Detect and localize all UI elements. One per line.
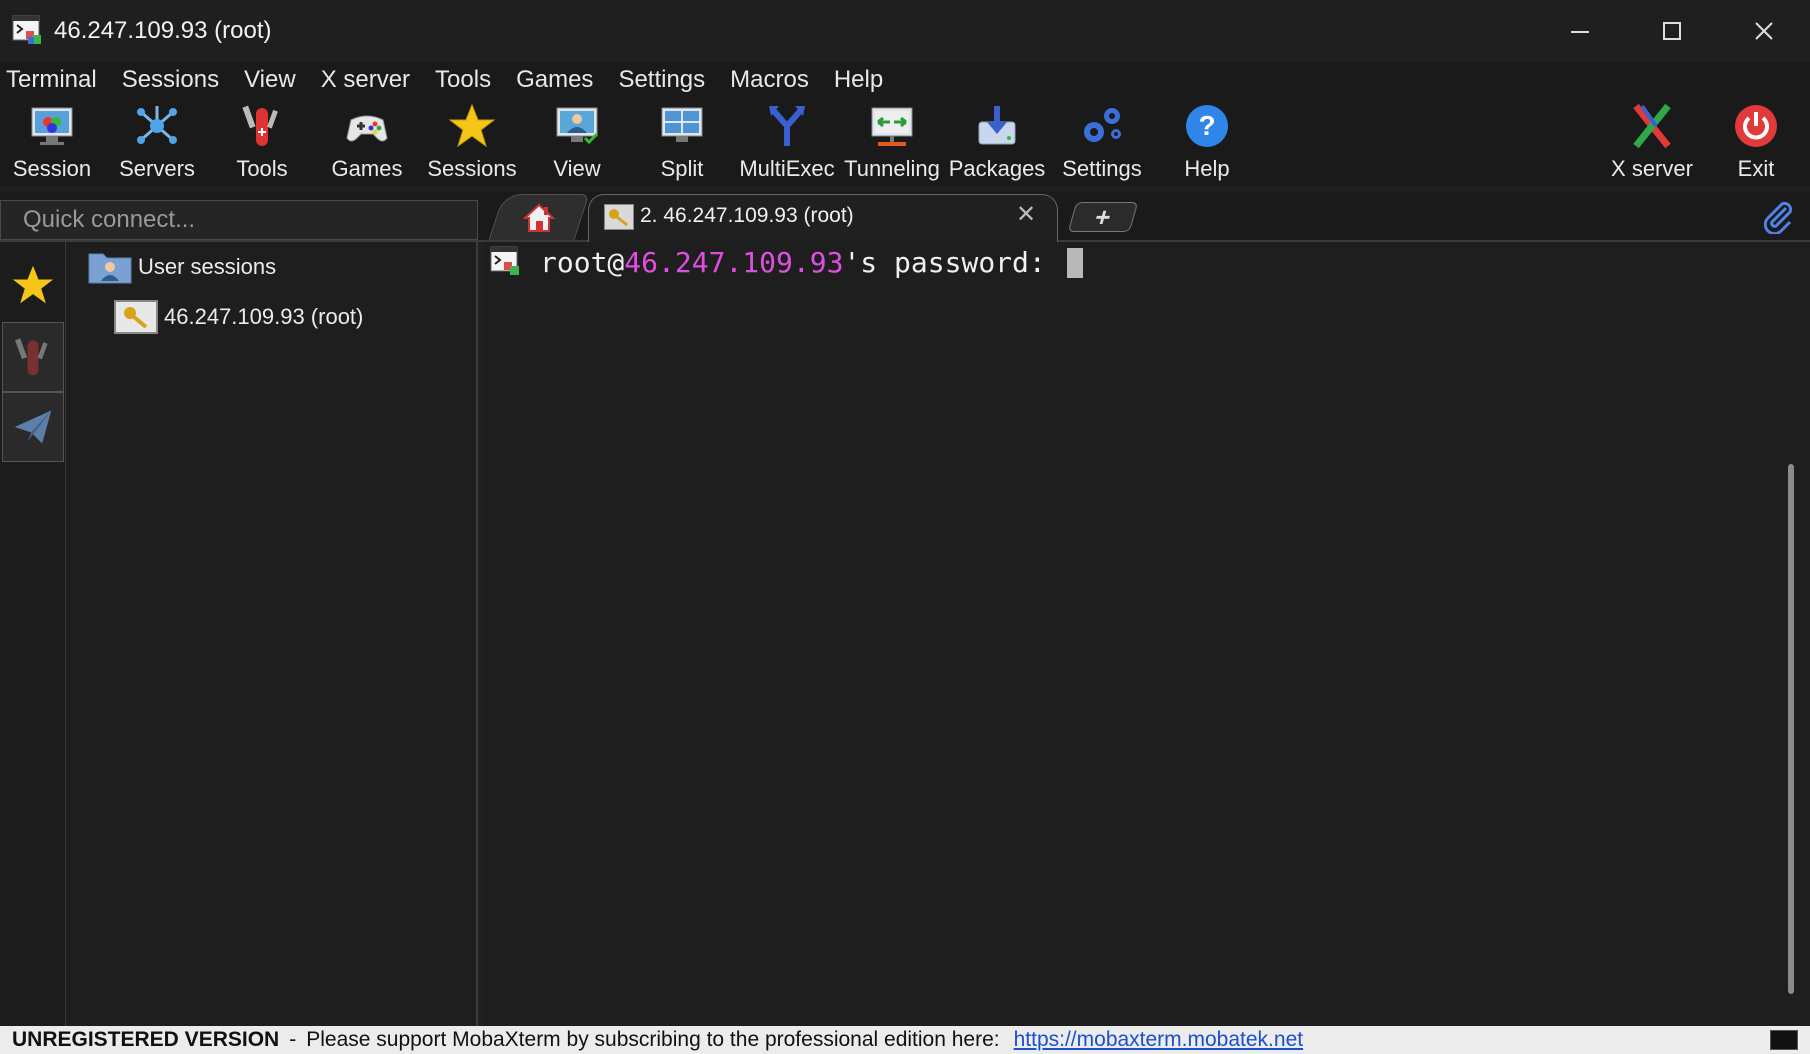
status-bar: UNREGISTERED VERSION - Please support Mo… [0, 1026, 1810, 1054]
multiexec-fork-icon [763, 102, 811, 150]
minimize-button[interactable] [1534, 0, 1626, 62]
quick-connect-input[interactable] [0, 200, 478, 240]
window-title: 46.247.109.93 (root) [54, 17, 272, 44]
gamepad-icon [343, 102, 391, 150]
paperclip-icon[interactable] [1760, 200, 1794, 234]
star-icon [12, 265, 54, 304]
terminal-scrollbar[interactable] [1786, 242, 1810, 1026]
tunneling-icon [868, 102, 916, 150]
servers-network-icon [133, 102, 181, 150]
prompt-user: root@ [540, 246, 625, 279]
x-server-icon [1628, 102, 1676, 150]
scrollbar-thumb[interactable] [1788, 464, 1794, 994]
toolbar-multiexec-button[interactable]: MultiExec [735, 98, 839, 186]
swiss-knife-tools-icon [15, 338, 48, 376]
maximize-button[interactable] [1626, 0, 1718, 62]
tree-folder-label: User sessions [138, 254, 277, 279]
menu-x-server[interactable]: X server [315, 66, 423, 94]
menu-view[interactable]: View [238, 66, 309, 94]
toolbar-sessions-button[interactable]: Sessions [420, 98, 524, 186]
paper-plane-icon [14, 410, 52, 444]
power-icon [1732, 102, 1780, 150]
terminal-session-icon [490, 246, 519, 275]
toolbar-tunneling-button[interactable]: Tunneling [840, 98, 944, 186]
svg-text:?: ? [1198, 110, 1215, 141]
tree-session-item[interactable]: 46.247.109.93 (root) [114, 300, 363, 334]
menu-macros[interactable]: Macros [724, 66, 822, 94]
toolbar-settings-button[interactable]: Settings [1050, 98, 1154, 186]
tab-strip: 2. 46.247.109.93 (root) ✕ + [0, 192, 1810, 244]
swiss-knife-tools-icon [238, 102, 286, 150]
session-tab-title: 2. 46.247.109.93 (root) [640, 204, 854, 227]
macros-side-button[interactable] [2, 392, 64, 462]
prompt-password-label: 's password: [843, 246, 1063, 279]
monitor-session-icon [28, 102, 76, 150]
toolbar-games-button[interactable]: Games [315, 98, 419, 186]
mobaxterm-app-icon [12, 15, 44, 47]
menu-terminal[interactable]: Terminal [0, 66, 110, 94]
toolbar-exit-button[interactable]: Exit [1704, 98, 1808, 186]
home-icon [522, 203, 556, 232]
close-icon [1755, 22, 1773, 40]
close-window-button[interactable] [1718, 0, 1810, 62]
maximize-icon [1663, 22, 1681, 40]
ssh-key-icon [604, 204, 634, 230]
status-separator: - [289, 1028, 297, 1051]
menu-games[interactable]: Games [510, 66, 606, 94]
terminal-prompt-line: root@ 46.247.109.93's password: [540, 246, 1083, 279]
toolbar-split-button[interactable]: Split [630, 98, 734, 186]
menu-sessions[interactable]: Sessions [116, 66, 232, 94]
status-message: Please support MobaXterm by subscribing … [306, 1028, 1000, 1051]
ssh-key-icon [114, 300, 158, 334]
prompt-host: 46.247.109.93 [624, 246, 844, 279]
toolbar-tools-button[interactable]: Tools [210, 98, 314, 186]
toolbar-x-server-button[interactable]: X server [1600, 98, 1704, 186]
help-question-icon: ? [1183, 102, 1231, 150]
sessions-star-button[interactable] [2, 250, 64, 320]
new-tab-button[interactable]: + [1067, 201, 1139, 232]
terminal-mini-icon[interactable] [1770, 1030, 1798, 1050]
tools-side-button[interactable] [2, 322, 64, 392]
plus-icon: + [1091, 201, 1116, 232]
menu-help[interactable]: Help [828, 66, 896, 94]
toolbar-servers-button[interactable]: Servers [105, 98, 209, 186]
terminal-area[interactable]: root@ 46.247.109.93's password: [484, 242, 1786, 1026]
tree-session-label: 46.247.109.93 (root) [164, 304, 364, 329]
menu-bar: Terminal Sessions View X server Tools Ga… [0, 62, 1810, 98]
mobaxterm-link[interactable]: https://mobaxterm.mobatek.net [1014, 1028, 1303, 1052]
user-folder-icon [88, 250, 132, 284]
monitor-user-icon [553, 102, 601, 150]
terminal-cursor [1066, 247, 1083, 278]
title-bar: 46.247.109.93 (root) [0, 0, 1810, 62]
toolbar-help-button[interactable]: ? Help [1155, 98, 1259, 186]
minimize-icon [1571, 31, 1589, 33]
tab-close-button[interactable]: ✕ [1016, 200, 1036, 229]
unregistered-label: UNREGISTERED VERSION [12, 1028, 280, 1051]
toolbar: Session Servers Tools Games Sessions Vie… [0, 98, 1810, 186]
session-tree-panel: User sessions 46.247.109.93 (root) [66, 242, 478, 1026]
tree-folder-user-sessions[interactable]: User sessions [88, 250, 276, 284]
menu-tools[interactable]: Tools [429, 66, 504, 94]
gears-icon [1078, 102, 1126, 150]
menu-settings[interactable]: Settings [612, 66, 718, 94]
download-package-icon [973, 102, 1021, 150]
toolbar-view-button[interactable]: View [525, 98, 629, 186]
toolbar-packages-button[interactable]: Packages [945, 98, 1049, 186]
star-icon [448, 102, 496, 150]
left-icon-bar [0, 242, 66, 1026]
toolbar-session-button[interactable]: Session [0, 98, 104, 186]
split-screen-icon [658, 102, 706, 150]
